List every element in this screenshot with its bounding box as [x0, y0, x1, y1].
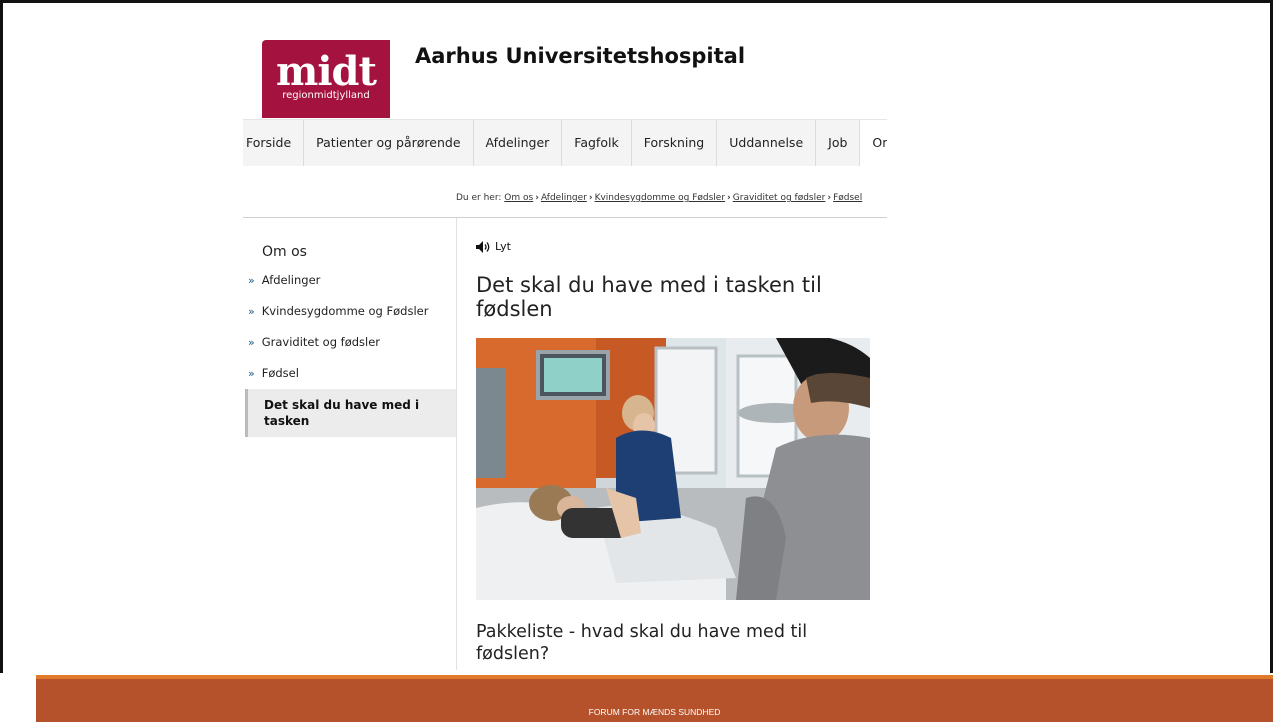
- sidebar-item-kvindesygdomme[interactable]: » Kvindesygdomme og Fødsler: [248, 304, 428, 318]
- region-logo[interactable]: midt regionmidtjylland: [262, 40, 390, 118]
- sidebar-item-label: Kvindesygdomme og Fødsler: [261, 304, 429, 318]
- nav-item-job[interactable]: Job: [816, 120, 861, 166]
- listen-button[interactable]: Lyt: [476, 240, 511, 253]
- breadcrumb-link[interactable]: Graviditet og fødsler: [733, 193, 826, 203]
- breadcrumb-prefix: Du er her:: [456, 193, 502, 203]
- nav-item-fagfolk[interactable]: Fagfolk: [562, 120, 632, 166]
- breadcrumb-separator-icon: ›: [535, 193, 539, 203]
- sidebar-item-fodsel[interactable]: » Fødsel: [248, 366, 299, 380]
- site-title[interactable]: Aarhus Universitetshospital: [415, 44, 745, 68]
- article-title: Det skal du have med i tasken til fødsle…: [476, 273, 822, 321]
- listen-label: Lyt: [495, 240, 511, 253]
- breadcrumb-separator-icon: ›: [727, 193, 731, 203]
- sidebar-item-label: Fødsel: [261, 366, 299, 380]
- breadcrumb-separator-icon: ›: [827, 193, 832, 203]
- nav-item-afdelinger[interactable]: Afdelinger: [474, 120, 563, 166]
- sidebar-item-label: Graviditet og fødsler: [261, 335, 381, 349]
- breadcrumb-link[interactable]: Om os: [504, 193, 533, 203]
- slide-footer: FORUM FOR MÆNDS SUNDHED: [36, 675, 1273, 722]
- breadcrumb-separator-icon: ›: [588, 193, 593, 203]
- nav-item-om-os[interactable]: Om os: [860, 120, 887, 166]
- logo-wordmark: midt: [276, 48, 377, 95]
- sidebar-item-label: Afdelinger: [261, 273, 321, 287]
- footer-text: FORUM FOR MÆNDS SUNDHED: [588, 707, 721, 717]
- breadcrumb-link[interactable]: Afdelinger: [541, 193, 587, 203]
- breadcrumb-link[interactable]: Fødsel: [833, 193, 862, 203]
- nav-item-forside[interactable]: Forside: [243, 120, 305, 166]
- nav-item-uddannelse[interactable]: Uddannelse: [717, 120, 817, 166]
- nav-item-patienter[interactable]: Patienter og pårørende: [304, 120, 474, 166]
- nav-item-forskning[interactable]: Forskning: [632, 120, 718, 166]
- chevron-right-icon: »: [248, 305, 255, 318]
- article-photo: [476, 338, 870, 600]
- sidebar-heading[interactable]: Om os: [262, 244, 307, 260]
- speaker-icon: [476, 240, 490, 253]
- sidebar: Om os » Afdelinger » Kvindesygdomme og Fød…: [243, 218, 457, 670]
- sidebar-item-active[interactable]: Det skal du have med i tasken: [245, 389, 457, 437]
- chevron-right-icon: »: [248, 274, 255, 287]
- chevron-right-icon: »: [248, 336, 255, 349]
- delivery-room-photo: [476, 338, 870, 600]
- sidebar-item-graviditet[interactable]: » Graviditet og fødsler: [248, 335, 380, 349]
- sidebar-divider: [456, 218, 457, 670]
- sidebar-item-afdelinger[interactable]: » Afdelinger: [248, 273, 320, 287]
- article-subheading: Pakkeliste - hvad skal du have med til f…: [476, 622, 808, 664]
- chevron-right-icon: »: [248, 367, 255, 380]
- main-navigation: Forside Patienter og pårørende Afdelinge…: [243, 119, 887, 166]
- breadcrumb-link[interactable]: Kvindesygdomme og Fødsler: [595, 193, 725, 203]
- breadcrumb: Du er her: Om os › Afdelinger › Kvindesygdom…: [456, 193, 887, 203]
